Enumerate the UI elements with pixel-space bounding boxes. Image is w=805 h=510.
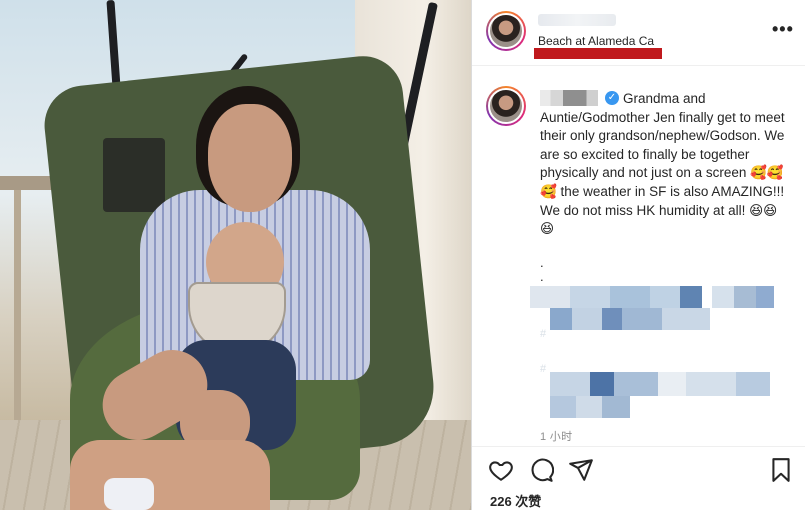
post-details-panel: Beach at Alameda Ca ••• ✓ Grandma and Au…	[471, 0, 805, 510]
post-timestamp[interactable]: 1 小时	[540, 428, 572, 444]
caption-dot: .	[540, 269, 544, 284]
post-photo[interactable]	[0, 0, 471, 510]
comment-icon[interactable]	[528, 457, 554, 483]
redaction-bar	[534, 48, 662, 59]
blurred-hashtags	[550, 396, 630, 418]
author-username-blurred[interactable]	[538, 14, 616, 26]
post-header: Beach at Alameda Ca •••	[472, 0, 805, 66]
blurred-hashtags	[550, 372, 770, 396]
heart-icon[interactable]	[488, 457, 514, 483]
post-actions-bar: 226 次赞	[472, 446, 805, 510]
bookmark-icon[interactable]	[768, 457, 794, 483]
hashtag-fragment[interactable]: #	[540, 328, 546, 340]
caption-dot: .	[540, 255, 544, 270]
caption-section: ✓ Grandma and Auntie/Godmother Jen final…	[472, 80, 805, 440]
more-options-icon[interactable]: •••	[772, 20, 794, 38]
photo-chair-pocket	[103, 138, 165, 212]
like-count[interactable]: 226 次赞	[490, 491, 541, 510]
blurred-hashtags	[530, 286, 774, 308]
caption-author-avatar[interactable]	[486, 86, 526, 126]
author-avatar[interactable]	[486, 11, 526, 51]
avatar-image	[488, 88, 524, 124]
photo-woman-face	[208, 104, 292, 212]
avatar-image	[488, 13, 524, 49]
paper-plane-icon[interactable]	[568, 457, 594, 483]
photo-rail-post	[14, 190, 21, 440]
post-location-link[interactable]: Beach at Alameda Ca	[538, 34, 654, 48]
photo-baby-sock	[104, 478, 154, 510]
blurred-hashtags	[550, 308, 710, 330]
hashtag-fragment[interactable]: #	[540, 363, 546, 375]
photo-legs	[70, 440, 270, 510]
post-caption: Grandma and Auntie/Godmother Jen finally…	[540, 91, 785, 237]
